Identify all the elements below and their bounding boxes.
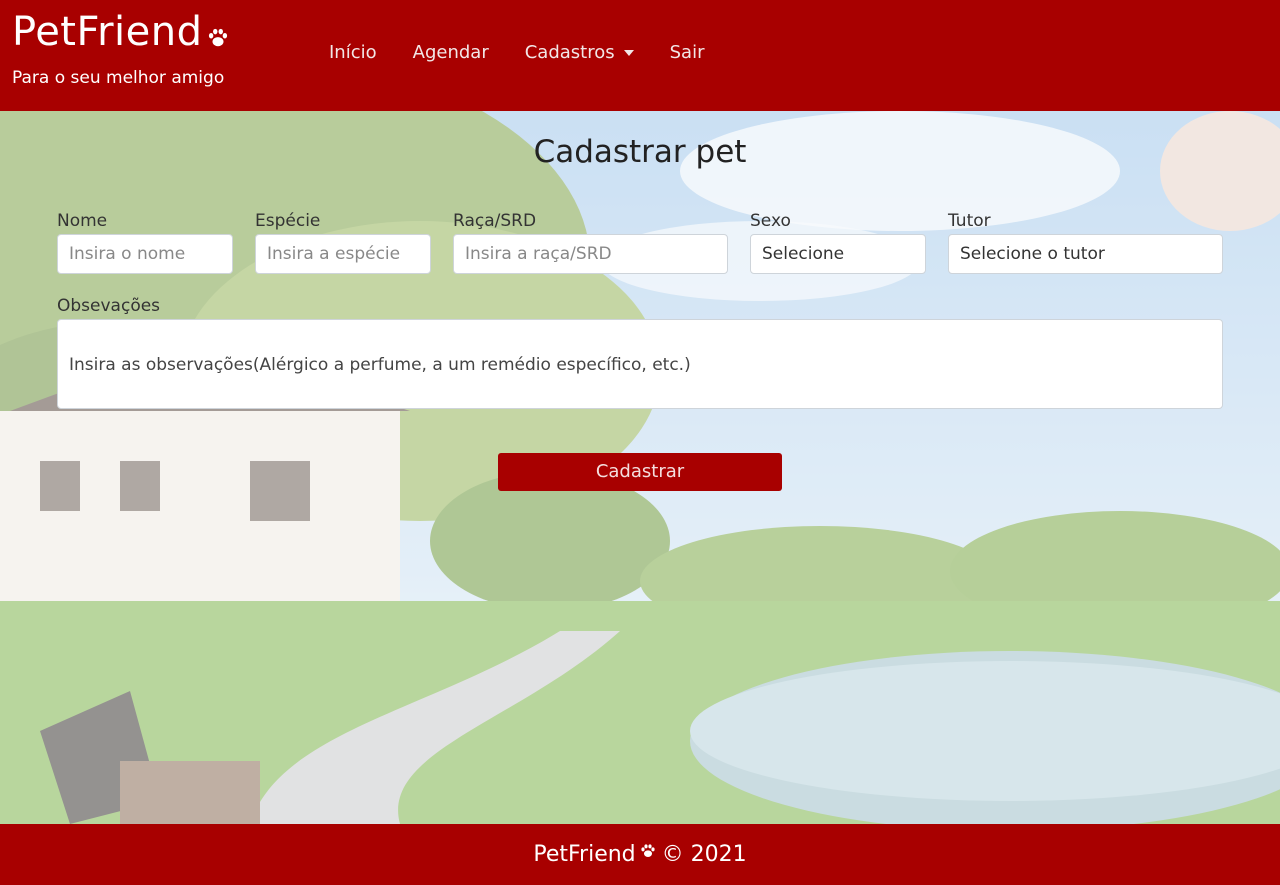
nome-label: Nome [57, 211, 108, 231]
sexo-select[interactable]: Selecione [750, 234, 926, 274]
nav-item-label: Cadastros [524, 42, 615, 63]
field-tutor: Tutor Selecione o tutor [948, 208, 1223, 274]
tagline: Para o seu melhor amigo [12, 68, 225, 88]
brand[interactable]: PetFriend Para o seu melhor amigo [12, 10, 229, 88]
tutor-select[interactable]: Selecione o tutor [948, 234, 1223, 274]
footer-copyright: © 2021 [661, 842, 747, 867]
especie-label: Espécie [255, 211, 321, 231]
sexo-label: Sexo [750, 211, 791, 231]
navbar: PetFriend Para o seu melhor amigo Início… [0, 0, 1280, 111]
nav-menu: Início Agendar Cadastros Sair [311, 42, 722, 63]
nav-item-inicio[interactable]: Início [311, 42, 395, 63]
nav-item-label: Agendar [412, 42, 489, 63]
brand-name-row: PetFriend [12, 10, 229, 58]
field-nome: Nome Insira o nome [57, 208, 233, 274]
observacoes-textarea[interactable]: Insira as observações(Alérgico a perfume… [57, 319, 1223, 409]
nav-item-cadastros[interactable]: Cadastros [507, 42, 652, 63]
field-observacoes: Obsevações Insira as observações(Alérgic… [57, 293, 1223, 409]
cadastrar-button[interactable]: Cadastrar [498, 453, 782, 491]
tutor-label: Tutor [948, 211, 991, 231]
nav-item-agendar[interactable]: Agendar [395, 42, 507, 63]
footer-brand: PetFriend [533, 842, 636, 867]
nav-item-sair[interactable]: Sair [652, 42, 723, 63]
brand-name: PetFriend [12, 9, 203, 55]
field-especie: Espécie Insira a espécie [255, 208, 431, 274]
paw-icon [207, 14, 229, 58]
field-raca: Raça/SRD Insira a raça/SRD [453, 208, 728, 274]
nav-item-label: Início [329, 42, 377, 63]
paw-icon [640, 840, 656, 865]
page-title: Cadastrar pet [533, 134, 747, 170]
especie-input[interactable]: Insira a espécie [255, 234, 431, 274]
footer: PetFriend © 2021 [0, 824, 1280, 885]
nome-input[interactable]: Insira o nome [57, 234, 233, 274]
raca-input[interactable]: Insira a raça/SRD [453, 234, 728, 274]
observacoes-label: Obsevações [57, 296, 161, 316]
raca-label: Raça/SRD [453, 211, 537, 231]
caret-down-icon [623, 49, 634, 56]
nav-item-label: Sair [669, 42, 705, 63]
field-sexo: Sexo Selecione [750, 208, 926, 274]
